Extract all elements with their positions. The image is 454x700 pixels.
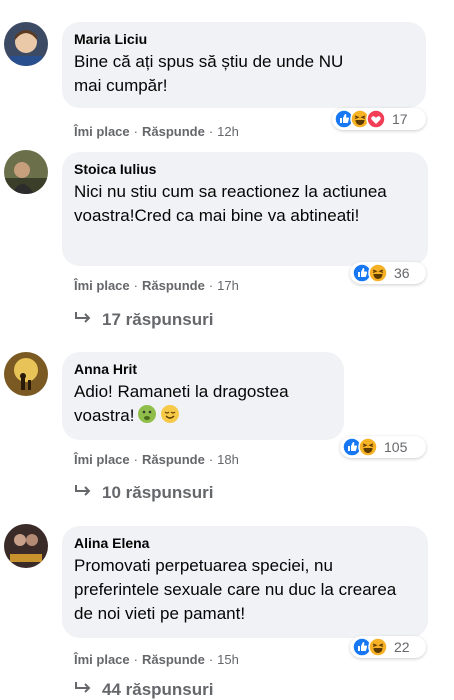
comment-bubble: Anna Hrit Adio! Ramaneti la dragostea vo… (62, 352, 344, 440)
timestamp[interactable]: 15h (217, 652, 239, 667)
love-icon (366, 109, 386, 129)
like-button[interactable]: Îmi place (74, 278, 130, 293)
comment-actions: Îmi place · Răspunde · 15h (74, 652, 239, 667)
reply-button[interactable]: Răspunde (142, 124, 205, 139)
comment-actions: Îmi place · Răspunde · 18h (74, 452, 239, 467)
timestamp[interactable]: 12h (217, 124, 239, 139)
avatar[interactable] (4, 524, 48, 568)
haha-icon (368, 263, 388, 283)
avatar[interactable] (4, 22, 48, 66)
view-replies-button[interactable]: 10 răspunsuri (74, 483, 214, 503)
reply-button[interactable]: Răspunde (142, 278, 205, 293)
timestamp[interactable]: 18h (217, 452, 239, 467)
reaction-count: 36 (394, 265, 410, 281)
comment-text: Nici nu stiu cum sa reactionez la actiun… (74, 182, 387, 225)
like-button[interactable]: Îmi place (74, 652, 130, 667)
view-replies-button[interactable]: 17 răspunsuri (74, 310, 214, 330)
comment-bubble: Alina Elena Promovati perpetuarea specie… (62, 526, 428, 638)
reply-button[interactable]: Răspunde (142, 452, 205, 467)
replies-count-label: 10 răspunsuri (102, 483, 214, 502)
replies-count-label: 17 răspunsuri (102, 310, 214, 329)
comment-actions: Îmi place · Răspunde · 12h (74, 124, 239, 139)
like-button[interactable]: Îmi place (74, 452, 130, 467)
reaction-summary[interactable]: 36 (350, 262, 426, 284)
comment-text: Adio! Ramaneti la dragostea voastra! (74, 380, 336, 428)
comment-author[interactable]: Alina Elena (74, 534, 416, 552)
reaction-summary[interactable]: 22 (350, 636, 426, 658)
nauseated-face-icon (138, 405, 157, 423)
relieved-face-icon (161, 405, 180, 423)
comment-text-content: Adio! Ramaneti la dragostea voastra! (74, 382, 289, 425)
reply-arrow-icon (74, 680, 92, 700)
reaction-count: 17 (392, 111, 408, 127)
reply-button[interactable]: Răspunde (142, 652, 205, 667)
comment-author[interactable]: Maria Liciu (74, 30, 414, 48)
comment-author[interactable]: Stoica Iulius (74, 160, 416, 178)
comment-text: Bine că ați spus să știu de unde NU mai … (74, 52, 344, 95)
haha-icon (368, 637, 388, 657)
view-replies-button[interactable]: 44 răspunsuri (74, 680, 214, 700)
avatar[interactable] (4, 352, 48, 396)
replies-count-label: 44 răspunsuri (102, 680, 214, 699)
timestamp[interactable]: 17h (217, 278, 239, 293)
reaction-count: 105 (384, 439, 408, 455)
comment-text: Promovati perpetuarea speciei, nu prefer… (74, 556, 397, 623)
comment-author[interactable]: Anna Hrit (74, 360, 332, 378)
haha-icon (358, 437, 378, 457)
reply-arrow-icon (74, 483, 92, 503)
reaction-summary[interactable]: 105 (340, 436, 426, 458)
reaction-summary[interactable]: 17 (332, 108, 426, 130)
avatar[interactable] (4, 150, 48, 194)
like-button[interactable]: Îmi place (74, 124, 130, 139)
comment-bubble: Maria Liciu Bine că ați spus să știu de … (62, 22, 426, 108)
reply-arrow-icon (74, 310, 92, 330)
reaction-count: 22 (394, 639, 410, 655)
comment-bubble: Stoica Iulius Nici nu stiu cum sa reacti… (62, 152, 428, 266)
comment-actions: Îmi place · Răspunde · 17h (74, 278, 239, 293)
